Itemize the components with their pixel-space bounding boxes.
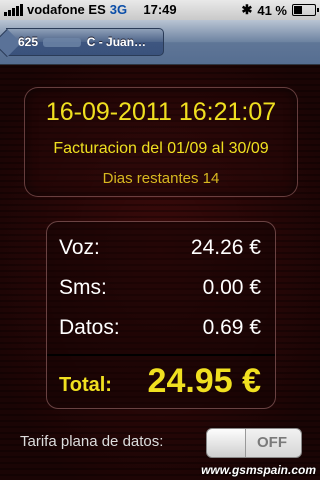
data-label: Datos:: [59, 316, 120, 339]
back-button-label: 625 C - Juan…: [18, 35, 146, 49]
current-datetime: 16-09-2011 16:21:07: [45, 98, 277, 126]
status-right: ✱ 41 %: [241, 2, 319, 18]
voice-value: 24.26 €: [190, 236, 261, 259]
redacted-number: [43, 38, 82, 48]
toggle-knob: [207, 429, 246, 457]
battery-level: [294, 6, 302, 14]
flat-rate-label: Tarifa plana de datos:: [20, 433, 164, 450]
watermark: www.gsmspain.com: [201, 463, 316, 477]
usage-row-voice: Voz: 24.26 €: [59, 236, 261, 266]
billing-period: Facturacion del 01/09 al 30/09: [53, 140, 269, 157]
activity-spinner-icon: ✱: [241, 2, 253, 17]
back-label-prefix: 625: [18, 35, 39, 49]
flat-rate-toggle[interactable]: OFF: [206, 428, 302, 458]
total-label: Total:: [59, 374, 112, 396]
battery-icon: [292, 4, 319, 16]
navigation-bar: 625 C - Juan…: [0, 20, 320, 65]
back-button[interactable]: 625 C - Juan…: [0, 28, 164, 58]
usage-row-sms: Sms: 0.00 €: [59, 276, 261, 306]
sms-value: 0.00 €: [202, 276, 261, 299]
usage-row-data: Datos: 0.69 €: [59, 316, 261, 346]
back-label-suffix: C - Juan…: [86, 35, 147, 49]
total-value: 24.95 €: [147, 362, 261, 400]
days-remaining: Dias restantes 14: [102, 170, 220, 187]
usage-panel: Voz: 24.26 € Sms: 0.00 € Datos: 0.69 € T…: [46, 221, 276, 409]
data-value: 0.69 €: [202, 316, 261, 339]
toggle-state: OFF: [257, 434, 287, 451]
summary-panel: 16-09-2011 16:21:07 Facturacion del 01/0…: [24, 87, 298, 197]
battery-percent: 41 %: [257, 2, 287, 18]
main-content: 16-09-2011 16:21:07 Facturacion del 01/0…: [0, 65, 320, 480]
sms-label: Sms:: [59, 276, 107, 299]
voice-label: Voz:: [59, 236, 100, 259]
total-divider: [47, 354, 275, 356]
status-bar: vodafone ES 3G 17:49 ✱ 41 %: [0, 0, 320, 20]
